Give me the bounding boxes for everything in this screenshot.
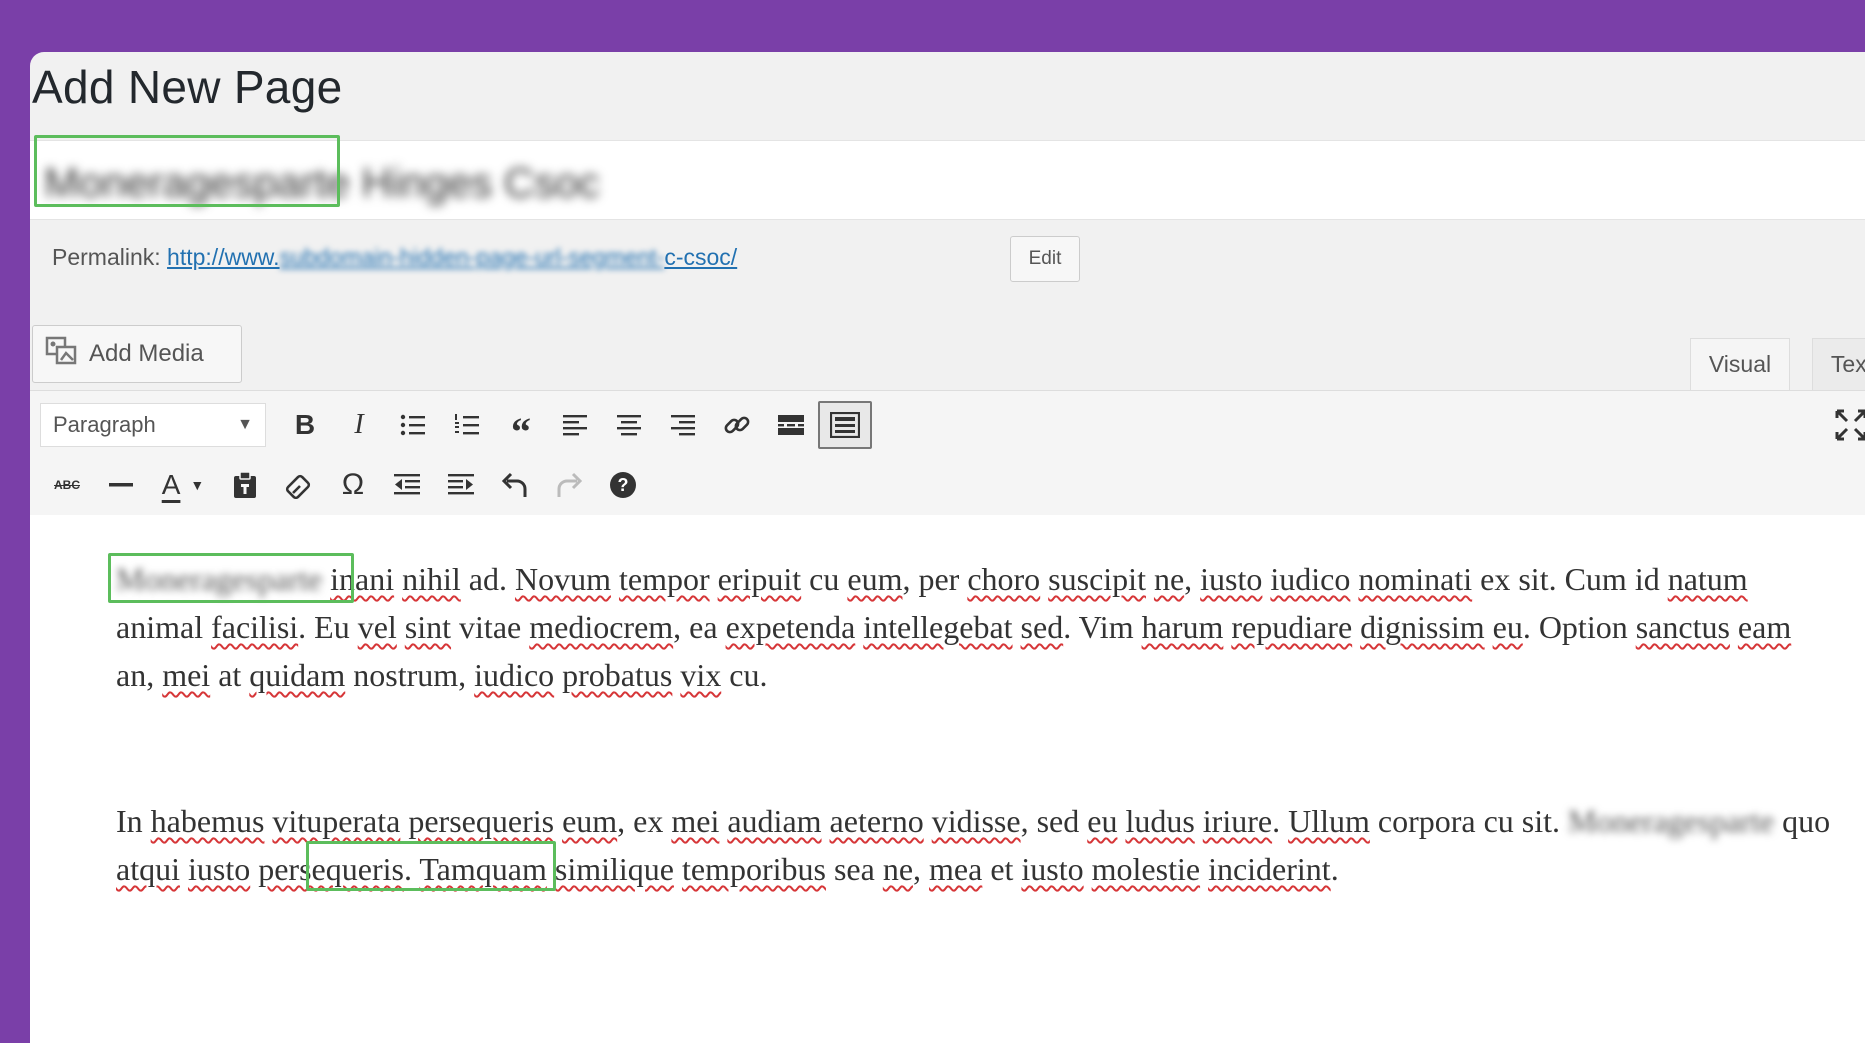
permalink-url[interactable]: http://www.subdomain-hidden-page-url-seg… — [167, 244, 737, 270]
help-button[interactable]: ? — [596, 461, 650, 509]
paste-as-text-button[interactable] — [218, 461, 272, 509]
add-media-button[interactable]: Add Media — [32, 325, 242, 383]
page-title: Add New Page — [32, 61, 343, 113]
italic-icon: I — [354, 409, 364, 440]
svg-text:?: ? — [618, 475, 629, 495]
strikethrough-icon: ABC — [54, 478, 80, 492]
italic-button[interactable]: I — [332, 401, 386, 449]
chevron-down-icon: ▼ — [237, 416, 253, 433]
help-icon: ? — [610, 472, 636, 498]
redo-button[interactable] — [542, 461, 596, 509]
toolbar-row-2: ABC A ▼ Ω ? — [40, 461, 650, 509]
clipboard-icon — [234, 471, 256, 498]
outdent-icon — [394, 474, 420, 495]
content-paragraph-1: Moneragesparte inani nihil ad. Novum tem… — [116, 561, 1792, 693]
tab-visual[interactable]: Visual — [1690, 338, 1790, 390]
read-more-icon — [778, 415, 804, 435]
quote-icon: “ — [511, 409, 531, 454]
text-color-button[interactable]: A ▼ — [148, 461, 218, 509]
keyword-highlight-box — [34, 135, 340, 207]
align-left-button[interactable] — [548, 401, 602, 449]
numbered-list-button[interactable] — [440, 401, 494, 449]
align-center-button[interactable] — [602, 401, 656, 449]
bulleted-list-button[interactable] — [386, 401, 440, 449]
bold-icon: B — [294, 409, 316, 440]
fullscreen-icon — [1835, 409, 1865, 441]
keyboard-icon — [830, 412, 860, 438]
format-select-value: Paragraph — [53, 412, 156, 437]
decrease-indent-button[interactable] — [380, 461, 434, 509]
indent-icon — [448, 474, 474, 495]
tab-text[interactable]: Text — [1812, 338, 1865, 390]
editor-window: Add New Page Moneragesparte Hinges Csoc … — [30, 52, 1865, 1043]
editor-toolbar: Paragraph ▼ B I “ ABC A ▼ Ω ? — [30, 390, 1865, 516]
format-select[interactable]: Paragraph ▼ — [40, 403, 266, 447]
add-media-label: Add Media — [89, 340, 204, 367]
omega-icon: Ω — [341, 468, 365, 501]
undo-button[interactable] — [488, 461, 542, 509]
toolbar-row-1: Paragraph ▼ B I “ — [40, 401, 872, 454]
read-more-button[interactable] — [764, 401, 818, 449]
chevron-down-icon: ▼ — [190, 477, 205, 493]
keyword-highlight-box — [108, 553, 354, 603]
clear-formatting-button[interactable] — [272, 461, 326, 509]
bulleted-list-icon — [400, 414, 425, 436]
undo-icon — [501, 472, 527, 497]
increase-indent-button[interactable] — [434, 461, 488, 509]
editor-content-area[interactable]: Moneragesparte inani nihil ad. Novum tem… — [30, 515, 1865, 1043]
keyword-highlight-box — [306, 841, 556, 891]
text-color-icon: A — [161, 469, 181, 500]
strikethrough-button[interactable]: ABC — [40, 461, 94, 509]
horizontal-line-icon — [109, 483, 133, 487]
toolbar-toggle-button[interactable] — [818, 401, 872, 449]
numbered-list-icon — [455, 414, 479, 435]
permalink-label: Permalink: — [52, 244, 161, 270]
media-icon — [45, 336, 79, 373]
permalink-row: Permalink: http://www.subdomain-hidden-p… — [52, 244, 737, 271]
fullscreen-button[interactable] — [1827, 401, 1865, 449]
link-icon — [724, 416, 750, 434]
insert-link-button[interactable] — [710, 401, 764, 449]
horizontal-line-button[interactable] — [94, 461, 148, 509]
permalink-edit-button[interactable]: Edit — [1010, 236, 1080, 282]
blockquote-button[interactable]: “ — [494, 401, 548, 454]
align-center-icon — [617, 415, 641, 436]
align-right-button[interactable] — [656, 401, 710, 449]
eraser-icon — [285, 474, 311, 499]
bold-button[interactable]: B — [278, 401, 332, 449]
redo-icon — [557, 472, 583, 497]
special-character-button[interactable]: Ω — [326, 461, 380, 509]
align-right-icon — [671, 415, 695, 436]
align-left-icon — [563, 415, 587, 436]
